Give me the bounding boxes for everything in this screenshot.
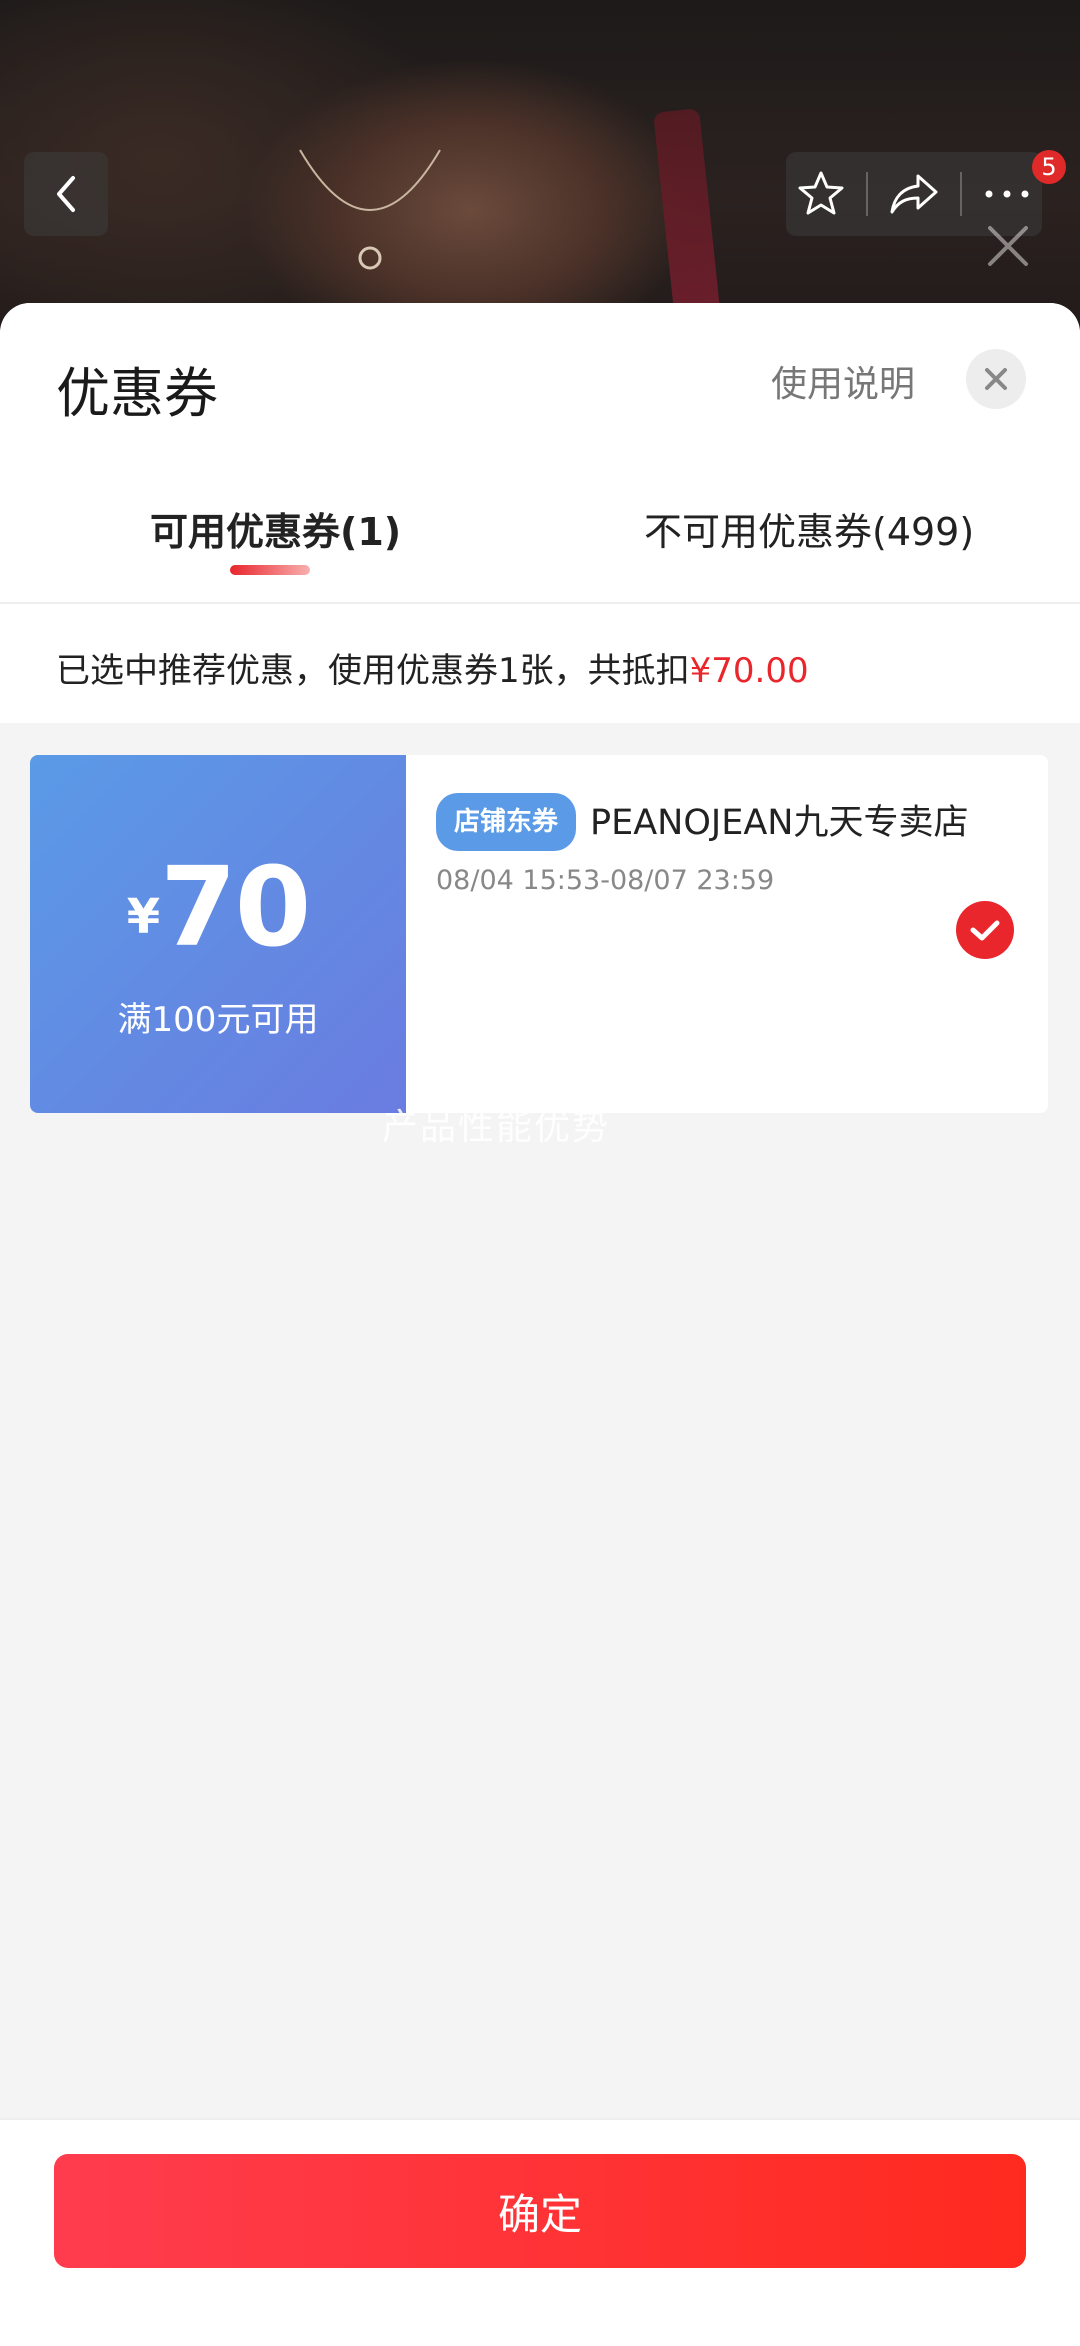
notification-badge: 5 bbox=[1032, 150, 1066, 184]
more-icon[interactable] bbox=[981, 184, 1033, 204]
coupon-sheet: 优惠券 使用说明 可用优惠券(1) 不可用优惠券(499) 已选中推荐优惠，使用… bbox=[0, 303, 1080, 2344]
selection-summary: 已选中推荐优惠，使用优惠券1张，共抵扣¥70.00 bbox=[56, 643, 809, 692]
confirm-button[interactable]: 确定 bbox=[54, 2154, 1026, 2268]
share-icon[interactable] bbox=[886, 168, 942, 220]
currency-symbol: ¥ bbox=[126, 889, 161, 945]
footer-bar: 确定 bbox=[0, 2118, 1080, 2346]
tab-unavailable-coupons[interactable]: 不可用优惠券(499) bbox=[644, 501, 974, 556]
photo-necklace bbox=[299, 149, 441, 270]
close-sheet-button[interactable] bbox=[966, 349, 1026, 409]
summary-text: 已选中推荐优惠，使用优惠券1张，共抵扣 bbox=[56, 651, 690, 691]
store-coupon-tag: 店铺东券 bbox=[436, 793, 577, 851]
sheet-header: 优惠券 使用说明 可用优惠券(1) 不可用优惠券(499) 已选中推荐优惠，使用… bbox=[0, 303, 1080, 723]
sheet-title: 优惠券 bbox=[56, 362, 218, 425]
summary-amount: ¥70.00 bbox=[689, 651, 809, 691]
photo-strap bbox=[653, 108, 723, 330]
coupon-card[interactable]: ¥70 满100元可用 店铺东券 PEANOJEAN九天专卖店 08/04 15:… bbox=[30, 755, 1048, 1113]
usage-instructions-link[interactable]: 使用说明 bbox=[771, 355, 915, 407]
divider bbox=[865, 172, 868, 216]
coupon-condition: 满100元可用 bbox=[117, 1000, 319, 1040]
back-button[interactable] bbox=[24, 152, 108, 236]
coupon-details: 店铺东券 PEANOJEAN九天专卖店 08/04 15:53-08/07 23:… bbox=[436, 793, 1016, 896]
active-tab-indicator bbox=[230, 565, 310, 575]
product-photo-background: 5 bbox=[0, 0, 1080, 330]
close-icon bbox=[985, 368, 1007, 390]
shop-name: PEANOJEAN九天专卖店 bbox=[590, 803, 969, 843]
coupon-validity: 08/04 15:53-08/07 23:59 bbox=[436, 865, 775, 896]
tab-available-coupons[interactable]: 可用优惠券(1) bbox=[150, 501, 401, 556]
close-icon[interactable] bbox=[982, 220, 1034, 272]
watermark-text: 产品性能优势 bbox=[382, 1107, 611, 1148]
coupon-selected-checkbox[interactable] bbox=[956, 901, 1014, 959]
divider bbox=[960, 172, 963, 216]
star-icon[interactable] bbox=[795, 168, 847, 220]
coupon-amount-value: 70 bbox=[160, 843, 311, 971]
chevron-left-icon bbox=[57, 176, 75, 212]
coupon-value-panel: ¥70 满100元可用 bbox=[30, 755, 406, 1113]
coupon-amount: ¥70 bbox=[30, 843, 406, 971]
coupon-title: 店铺东券 PEANOJEAN九天专卖店 bbox=[436, 793, 1016, 851]
check-icon bbox=[970, 920, 1000, 941]
divider bbox=[0, 602, 1080, 604]
